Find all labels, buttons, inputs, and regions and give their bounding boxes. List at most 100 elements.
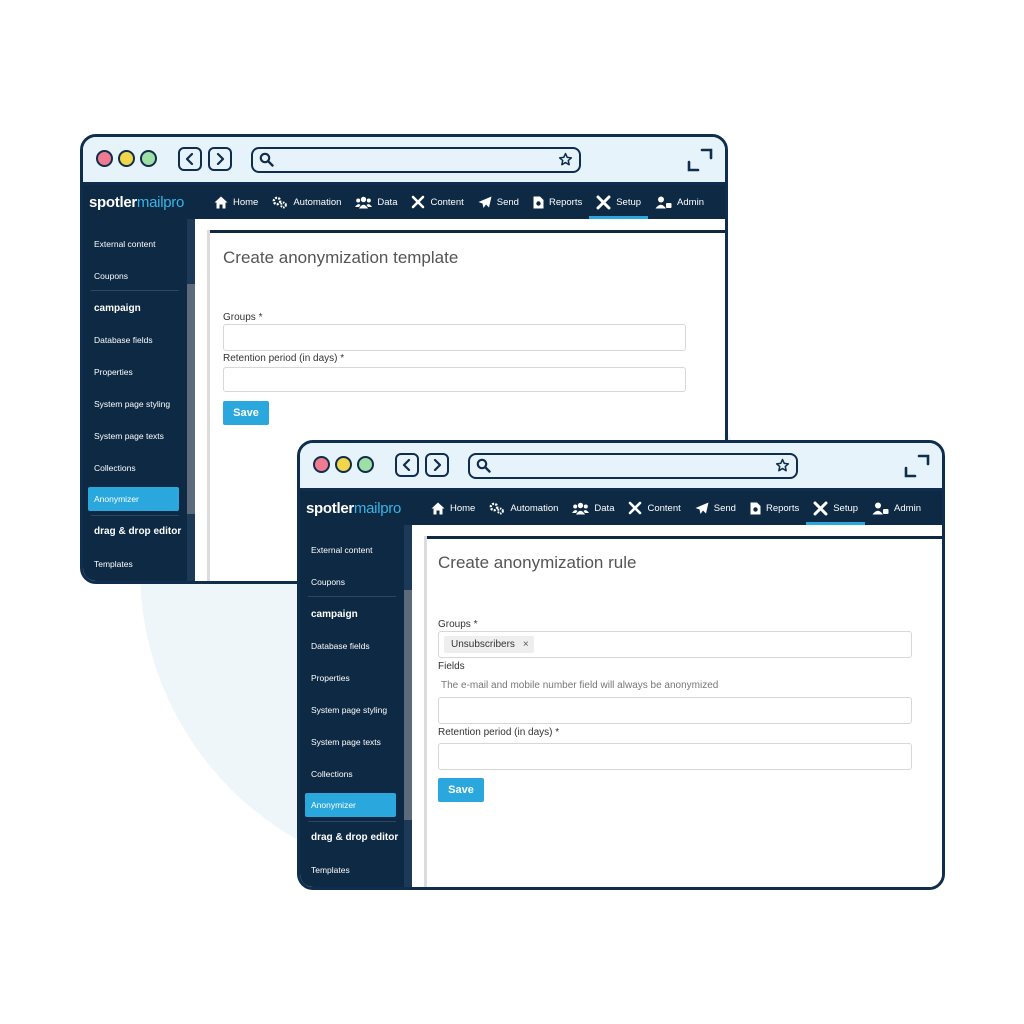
fullscreen-icon[interactable] [687, 148, 713, 172]
bookmark-star-icon[interactable] [775, 458, 790, 473]
users-icon [572, 502, 590, 514]
sidebar-item-properties[interactable]: Properties [91, 362, 179, 382]
groups-input[interactable] [223, 324, 686, 351]
forward-button[interactable] [425, 453, 449, 477]
sidebar-item-coupons[interactable]: Coupons [308, 572, 396, 592]
address-bar[interactable] [468, 453, 798, 479]
browser-toolbar [83, 137, 725, 185]
nav-send[interactable]: Send [688, 491, 743, 525]
nav-home[interactable]: Home [424, 491, 482, 525]
nav-data[interactable]: Data [565, 491, 621, 525]
sidebar-item-database-fields[interactable]: Database fields [308, 636, 396, 656]
chevron-left-icon [185, 153, 194, 165]
sidebar-item-collections[interactable]: Collections [308, 764, 396, 784]
sidebar-item-system-page-styling[interactable]: System page styling [91, 394, 179, 414]
sidebar-item-coupons[interactable]: Coupons [91, 266, 179, 286]
close-dot-icon[interactable] [96, 150, 113, 167]
nav-automation[interactable]: Automation [265, 185, 348, 219]
nav-setup[interactable]: Setup [806, 491, 866, 525]
nav-automation[interactable]: Automation [482, 491, 565, 525]
chevron-right-icon [433, 459, 442, 471]
bookmark-star-icon[interactable] [558, 152, 573, 167]
nav-reports[interactable]: Reports [526, 185, 589, 219]
wrench-icon [596, 195, 611, 209]
nav-reports[interactable]: Reports [743, 491, 806, 525]
maximize-dot-icon[interactable] [140, 150, 157, 167]
sidebar-item-system-page-texts[interactable]: System page texts [308, 732, 396, 752]
admin-user-icon [655, 196, 672, 208]
sidebar-item-collections[interactable]: Collections [91, 458, 179, 478]
spotler-mailpro-logo[interactable]: spotlermailpro [83, 194, 207, 211]
nav-admin[interactable]: Admin [648, 185, 711, 219]
chevron-left-icon [402, 459, 411, 471]
minimize-dot-icon[interactable] [118, 150, 135, 167]
save-button[interactable]: Save [223, 401, 269, 425]
tools-icon [412, 195, 425, 209]
nav-home[interactable]: Home [207, 185, 265, 219]
tools-icon [629, 501, 642, 515]
content-left-border [207, 230, 210, 581]
sidebar-item-templates[interactable]: Templates [91, 554, 179, 574]
sidebar-item-properties[interactable]: Properties [308, 668, 396, 688]
remove-tag-icon[interactable]: × [523, 639, 529, 650]
sidebar-item-templates[interactable]: Templates [308, 860, 396, 880]
home-icon [431, 502, 445, 514]
sidebar: External content Coupons campaign Databa… [300, 525, 412, 887]
maximize-dot-icon[interactable] [357, 456, 374, 473]
sidebar-section-drag-drop-editor: drag & drop editor [311, 832, 399, 843]
page-title: Create anonymization rule [438, 553, 637, 572]
fields-label: Fields [438, 661, 465, 672]
home-icon [214, 196, 228, 208]
browser-window-rule: spotlermailpro Home Automation Data Cont… [297, 440, 945, 890]
groups-label: Groups * [438, 619, 478, 630]
nav-content[interactable]: Content [404, 185, 470, 219]
fields-hint: The e-mail and mobile number field will … [441, 680, 719, 691]
nav-content[interactable]: Content [621, 491, 687, 525]
report-file-icon [750, 502, 761, 514]
sidebar-item-anonymizer[interactable]: Anonymizer [305, 793, 396, 817]
sidebar-item-system-page-texts[interactable]: System page texts [91, 426, 179, 446]
save-button[interactable]: Save [438, 778, 484, 802]
sidebar-item-database-fields[interactable]: Database fields [91, 330, 179, 350]
browser-toolbar [300, 443, 942, 491]
fullscreen-icon[interactable] [904, 454, 930, 478]
sidebar-item-external-content[interactable]: External content [308, 540, 396, 560]
spotler-mailpro-logo[interactable]: spotlermailpro [300, 500, 424, 517]
retention-period-label: Retention period (in days) * [438, 727, 560, 738]
content-left-border [424, 536, 427, 887]
sidebar-item-system-page-styling[interactable]: System page styling [308, 700, 396, 720]
wrench-icon [813, 501, 828, 515]
address-bar[interactable] [251, 147, 581, 173]
sidebar-divider [91, 515, 179, 516]
forward-button[interactable] [208, 147, 232, 171]
content-top-border [207, 230, 725, 233]
sidebar-item-external-content[interactable]: External content [91, 234, 179, 254]
content-top-border [424, 536, 942, 539]
minimize-dot-icon[interactable] [335, 456, 352, 473]
chevron-right-icon [216, 153, 225, 165]
retention-period-label: Retention period (in days) * [223, 353, 345, 364]
back-button[interactable] [395, 453, 419, 477]
groups-label: Groups * [223, 312, 263, 323]
nav-admin[interactable]: Admin [865, 491, 928, 525]
group-tag-unsubscribers: Unsubscribers × [444, 636, 534, 653]
sidebar-divider [91, 290, 179, 291]
nav-setup[interactable]: Setup [589, 185, 649, 219]
close-dot-icon[interactable] [313, 456, 330, 473]
report-file-icon [533, 196, 544, 208]
sidebar-scrollbar[interactable] [404, 590, 412, 820]
nav-data[interactable]: Data [348, 185, 404, 219]
sidebar-scrollbar[interactable] [187, 284, 195, 514]
nav-send[interactable]: Send [471, 185, 526, 219]
sidebar-section-drag-drop-editor: drag & drop editor [94, 526, 182, 537]
retention-period-input[interactable] [223, 367, 686, 392]
fields-select[interactable] [438, 697, 912, 724]
retention-period-input[interactable] [438, 743, 912, 770]
sidebar: External content Coupons campaign Databa… [83, 219, 195, 581]
sidebar-divider [308, 821, 396, 822]
groups-select[interactable]: Unsubscribers × [438, 631, 912, 658]
sidebar-item-anonymizer[interactable]: Anonymizer [88, 487, 179, 511]
back-button[interactable] [178, 147, 202, 171]
paper-plane-icon [695, 502, 709, 514]
main-navigation: spotlermailpro Home Automation Data Cont… [83, 185, 725, 219]
